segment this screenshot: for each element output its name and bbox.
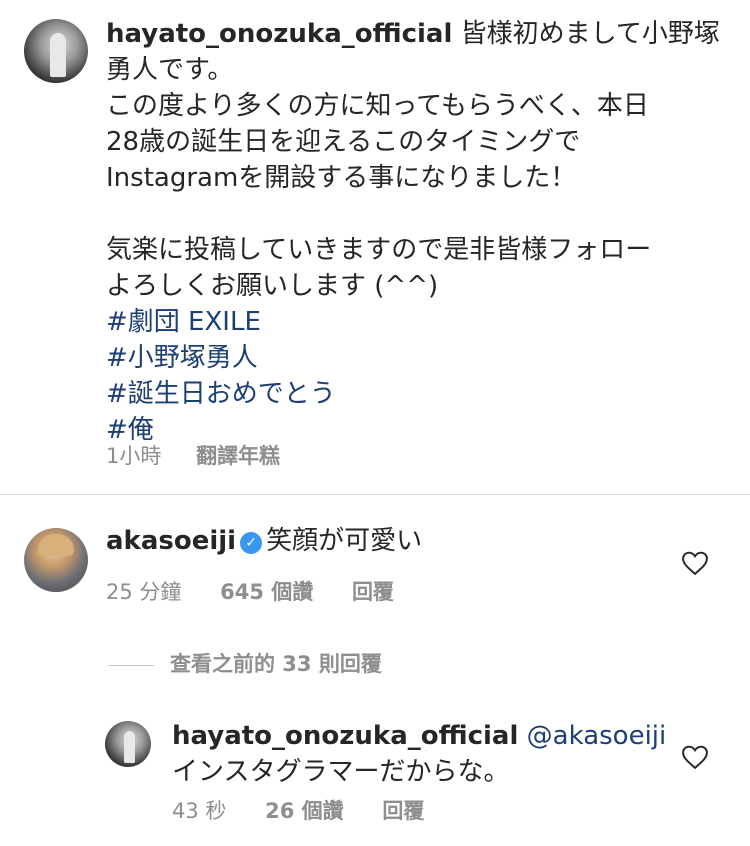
comment-time: 25 分鐘 — [106, 580, 182, 604]
divider — [0, 494, 750, 495]
post-author-username[interactable]: hayato_onozuka_official — [106, 19, 452, 49]
comment-reply-button[interactable]: 回覆 — [352, 580, 394, 604]
hashtag-link[interactable]: #小野塚勇人 — [106, 340, 726, 376]
reply-time: 43 秒 — [172, 799, 227, 823]
divider — [108, 664, 154, 666]
reply-reply-button[interactable]: 回覆 — [382, 799, 424, 823]
caption-line-7: よろしくお願いします (^^) — [106, 271, 439, 301]
reply-author-username[interactable]: hayato_onozuka_official — [172, 721, 518, 751]
caption-line-6: 気楽に投稿していきますので是非皆様フォロー — [106, 235, 652, 265]
post-time: 1小時 — [106, 444, 162, 468]
translate-button[interactable]: 翻譯年糕 — [196, 444, 280, 468]
caption-line-2: この度より多くの方に知ってもらうべく、本日 — [106, 91, 649, 121]
commenter-username[interactable]: akasoeiji — [106, 526, 236, 556]
mention-link[interactable]: @akasoeiji — [527, 721, 667, 751]
reply-meta: 43 秒 26 個讚 回覆 — [172, 795, 424, 825]
caption-line-1: 勇人です。 — [106, 55, 234, 85]
post-author-avatar[interactable] — [24, 19, 88, 83]
reply-author-avatar[interactable] — [105, 721, 151, 767]
comment-text: 笑顔が可愛い — [266, 526, 423, 556]
reply-likes[interactable]: 26 個讚 — [265, 799, 344, 823]
comment-likes[interactable]: 645 個讚 — [220, 580, 313, 604]
heart-icon[interactable] — [682, 551, 708, 575]
caption-line-3: 28歳の誕生日を迎えるこのタイミングで — [106, 127, 581, 157]
caption-line-0: 皆様初めまして小野塚 — [460, 19, 720, 49]
caption-line-5 — [106, 196, 726, 232]
hashtag-link[interactable]: #誕生日おめでとう — [106, 376, 726, 412]
view-previous-label[interactable]: 查看之前的 33 則回覆 — [170, 652, 382, 676]
reply: hayato_onozuka_official @akasoeiji インスタグ… — [172, 718, 692, 790]
hashtag-link[interactable]: #劇団 EXILE — [106, 304, 726, 340]
caption-line-4: Instagramを開設する事になりました！ — [106, 163, 577, 193]
reply-text: インスタグラマーだからな。 — [172, 757, 510, 787]
commenter-avatar[interactable] — [24, 528, 88, 592]
post-meta: 1小時 翻譯年糕 — [106, 440, 280, 470]
view-previous-replies[interactable]: 查看之前的 33 則回覆 — [108, 648, 382, 678]
comment: akasoeiji ✓ 笑顔が可愛い — [106, 523, 422, 559]
heart-icon[interactable] — [682, 745, 708, 769]
verified-badge-icon: ✓ — [240, 532, 263, 554]
post-caption: hayato_onozuka_official 皆様初めまして小野塚 勇人です。… — [106, 16, 726, 448]
comment-meta: 25 分鐘 645 個讚 回覆 — [106, 576, 394, 606]
